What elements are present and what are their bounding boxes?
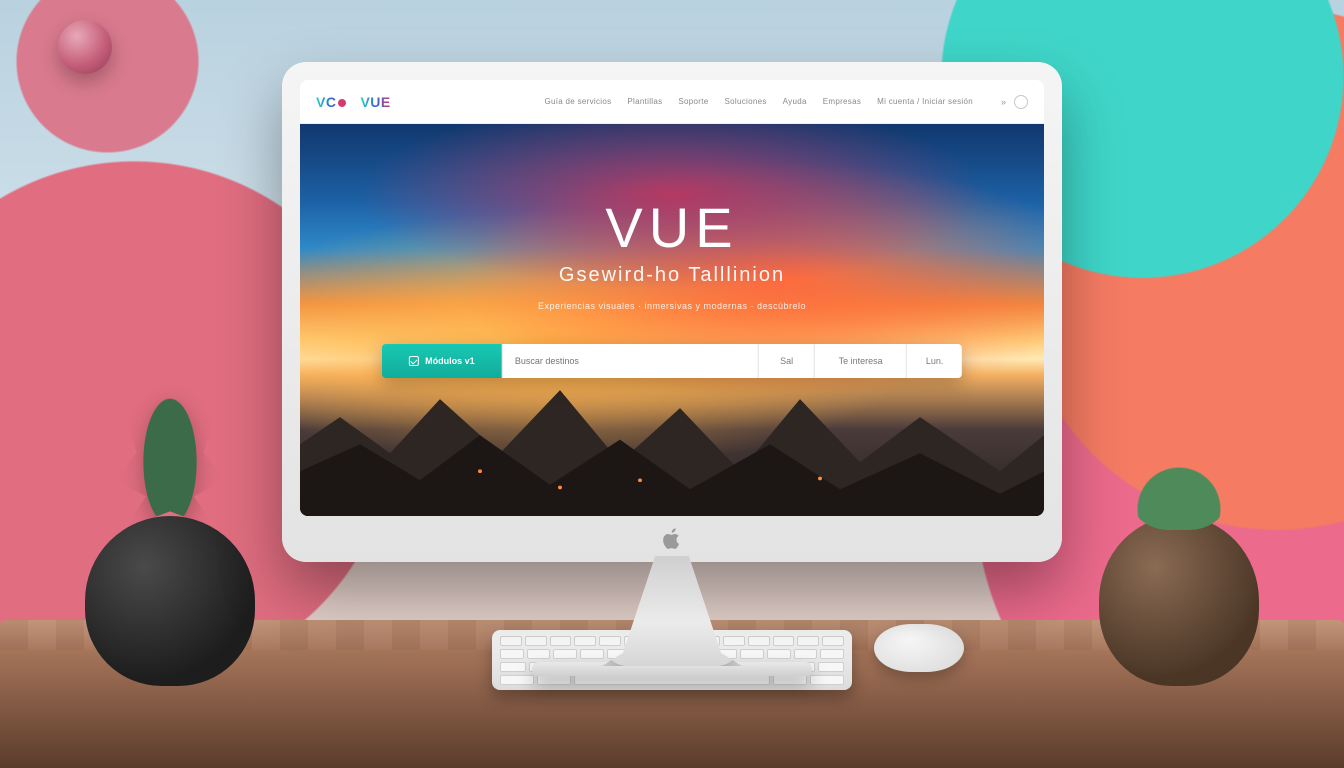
succulent-left <box>110 348 230 538</box>
search-primary-button[interactable]: Módulos v1 <box>382 344 502 378</box>
check-icon <box>409 356 419 366</box>
pot-left <box>85 516 255 686</box>
nav-item-2[interactable]: Soporte <box>678 97 708 106</box>
logo-secondary[interactable]: VUE <box>360 94 390 110</box>
topbar: VC VUE Guía de servicios Plantillas Sopo… <box>300 80 1044 124</box>
nav-item-3[interactable]: Soluciones <box>725 97 767 106</box>
hero-title: VUE <box>397 195 948 260</box>
search-seg-small-label: Sal <box>780 356 793 366</box>
nav-tail-text: » <box>1001 97 1006 107</box>
nav-tail: » <box>1001 95 1028 109</box>
hero-copy: VUE Gsewird-ho Talllinion Experiencias v… <box>397 195 948 311</box>
search-seg-last-label: Lun. <box>926 356 944 366</box>
primary-nav: Guía de servicios Plantillas Soporte Sol… <box>544 95 1028 109</box>
decor-sphere <box>58 20 112 74</box>
search-seg-last[interactable]: Lun. <box>906 344 962 378</box>
nav-item-0[interactable]: Guía de servicios <box>544 97 611 106</box>
scene-backdrop: VC VUE Guía de servicios Plantillas Sopo… <box>0 0 1344 768</box>
search-bar: Módulos v1 Sal Te interesa Lun. <box>382 344 962 378</box>
nav-item-5[interactable]: Empresas <box>823 97 861 106</box>
search-seg-small[interactable]: Sal <box>758 344 814 378</box>
monitor-bezel: VC VUE Guía de servicios Plantillas Sopo… <box>282 62 1062 562</box>
screen: VC VUE Guía de servicios Plantillas Sopo… <box>300 80 1044 516</box>
user-icon[interactable] <box>1014 95 1028 109</box>
logo-primary[interactable]: VC <box>316 94 346 110</box>
hero-subtitle: Gsewird-ho Talllinion <box>397 264 948 287</box>
logo-dot-icon <box>338 99 346 107</box>
pot-right <box>1099 516 1259 686</box>
logo-group: VC VUE <box>316 94 391 110</box>
hero: VUE Gsewird-ho Talllinion Experiencias v… <box>300 124 1044 516</box>
search-seg-med-label: Te interesa <box>839 356 883 366</box>
search-input[interactable] <box>515 356 746 366</box>
hero-tagline: Experiencias visuales · inmersivas y mod… <box>397 301 948 311</box>
search-seg-med[interactable]: Te interesa <box>814 344 906 378</box>
nav-item-4[interactable]: Ayuda <box>783 97 807 106</box>
succulent-right <box>1132 460 1226 530</box>
nav-item-6[interactable]: Mi cuenta / Iniciar sesión <box>877 97 973 106</box>
monitor-stand <box>602 556 742 666</box>
nav-item-1[interactable]: Plantillas <box>627 97 662 106</box>
apple-logo-icon <box>662 528 682 550</box>
imac: VC VUE Guía de servicios Plantillas Sopo… <box>282 62 1062 676</box>
logo-primary-text: VC <box>316 94 336 110</box>
search-primary-label: Módulos v1 <box>425 356 475 366</box>
search-main-field[interactable] <box>502 344 758 378</box>
